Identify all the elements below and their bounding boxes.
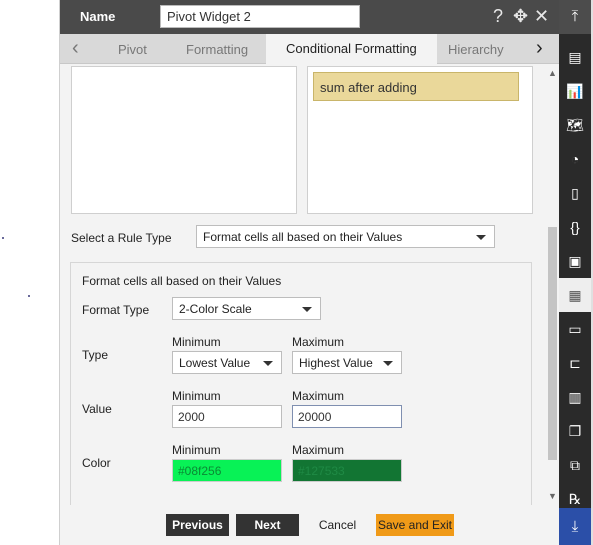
- rule-type-value: Format cells all based on their Values: [203, 230, 403, 244]
- format-type-select[interactable]: 2-Color Scale: [172, 297, 321, 320]
- dialog-footer: Previous Next Cancel Save and Exit: [60, 505, 560, 545]
- cancel-button[interactable]: Cancel: [306, 514, 369, 536]
- type-label: Type: [82, 348, 109, 362]
- scroll-thumb[interactable]: [548, 227, 557, 460]
- right-toolbar: ⤒ ▤ 📊 🗺 ◔ ▯ {} ▣ ▦ ▭ ⊏ ▥ ❐ ⧉ ℞ ⤓: [559, 0, 591, 545]
- document-icon[interactable]: ▯: [559, 176, 591, 210]
- collapse-down-icon[interactable]: ⤓: [559, 508, 591, 545]
- next-button[interactable]: Next: [236, 514, 299, 536]
- format-section: Format cells all based on their Values F…: [70, 262, 532, 505]
- rule-item[interactable]: sum after adding: [313, 72, 519, 101]
- format-type-value: 2-Color Scale: [179, 302, 252, 316]
- pivot-widget-dialog: Name ? ✥ ✕ ‹ Pivot Formatting Conditiona…: [59, 0, 560, 545]
- color-min-header: Minimum: [172, 443, 221, 457]
- scroll-down-icon[interactable]: ▼: [548, 491, 557, 501]
- color-min-picker[interactable]: #08f256: [172, 459, 282, 482]
- type-max-select[interactable]: Highest Value: [292, 351, 402, 374]
- rule-list[interactable]: sum after adding: [307, 66, 533, 214]
- color-max-header: Maximum: [292, 443, 345, 457]
- cubes-icon[interactable]: ⧉: [559, 448, 591, 482]
- hierarchy-icon[interactable]: ⊏: [559, 346, 591, 380]
- tab-prev-icon[interactable]: ‹: [72, 38, 79, 58]
- chevron-down-icon: [263, 361, 273, 366]
- value-label: Value: [82, 402, 112, 416]
- tab-bar: ‹ Pivot Formatting Conditional Formattin…: [60, 34, 560, 64]
- report-icon[interactable]: ▭: [559, 312, 591, 346]
- section-heading: Format cells all based on their Values: [82, 274, 282, 288]
- rule-type-label: Select a Rule Type: [71, 231, 172, 245]
- stray-dot: [28, 295, 30, 297]
- format-type-label: Format Type: [82, 303, 150, 317]
- save-and-exit-button[interactable]: Save and Exit: [376, 514, 454, 536]
- tab-formatting[interactable]: Formatting: [186, 42, 248, 57]
- table-icon[interactable]: ▤: [559, 40, 591, 74]
- chevron-down-icon: [383, 361, 393, 366]
- bar-chart-icon[interactable]: ▥: [559, 380, 591, 414]
- previous-button[interactable]: Previous: [166, 514, 229, 536]
- chevron-down-icon: [302, 307, 312, 312]
- rule-type-select[interactable]: Format cells all based on their Values: [196, 225, 495, 248]
- value-max-input[interactable]: 20000: [292, 405, 402, 428]
- conditional-formatting-panel: sum after adding Select a Rule Type Form…: [60, 64, 545, 505]
- tab-conditional-formatting[interactable]: Conditional Formatting: [266, 34, 437, 64]
- color-max-picker[interactable]: #127533: [292, 459, 402, 482]
- copy-icon[interactable]: ❐: [559, 414, 591, 448]
- vertical-scrollbar[interactable]: ▲ ▼: [545, 64, 559, 505]
- dialog-titlebar: Name ? ✥ ✕: [60, 0, 560, 34]
- chevron-down-icon: [476, 235, 486, 240]
- name-label: Name: [80, 9, 116, 24]
- type-min-select[interactable]: Lowest Value: [172, 351, 282, 374]
- code-braces-icon[interactable]: {}: [559, 210, 591, 244]
- type-min-value: Lowest Value: [179, 356, 251, 370]
- value-min-input[interactable]: 2000: [172, 405, 282, 428]
- tab-hierarchy[interactable]: Hierarchy: [448, 42, 504, 57]
- value-max-header: Maximum: [292, 389, 345, 403]
- chart-icon[interactable]: 📊: [559, 74, 591, 108]
- tab-next-icon[interactable]: ›: [536, 38, 543, 58]
- widget-name-input[interactable]: [160, 5, 360, 28]
- color-label: Color: [82, 456, 111, 470]
- move-icon[interactable]: ✥: [513, 5, 528, 27]
- tab-pivot[interactable]: Pivot: [118, 42, 147, 57]
- stray-dot: [2, 237, 4, 239]
- type-max-value: Highest Value: [299, 356, 373, 370]
- collapse-up-icon[interactable]: ⤒: [559, 0, 591, 34]
- help-icon[interactable]: ?: [493, 5, 503, 27]
- scroll-up-icon[interactable]: ▲: [548, 68, 557, 78]
- pivot-icon[interactable]: ▦: [559, 278, 591, 312]
- type-max-header: Maximum: [292, 335, 345, 349]
- type-min-header: Minimum: [172, 335, 221, 349]
- field-list[interactable]: [71, 66, 297, 214]
- image-icon[interactable]: ▣: [559, 244, 591, 278]
- value-min-header: Minimum: [172, 389, 221, 403]
- pie-report-icon[interactable]: ◔: [559, 142, 591, 176]
- map-icon[interactable]: 🗺: [559, 108, 591, 142]
- close-icon[interactable]: ✕: [534, 5, 549, 27]
